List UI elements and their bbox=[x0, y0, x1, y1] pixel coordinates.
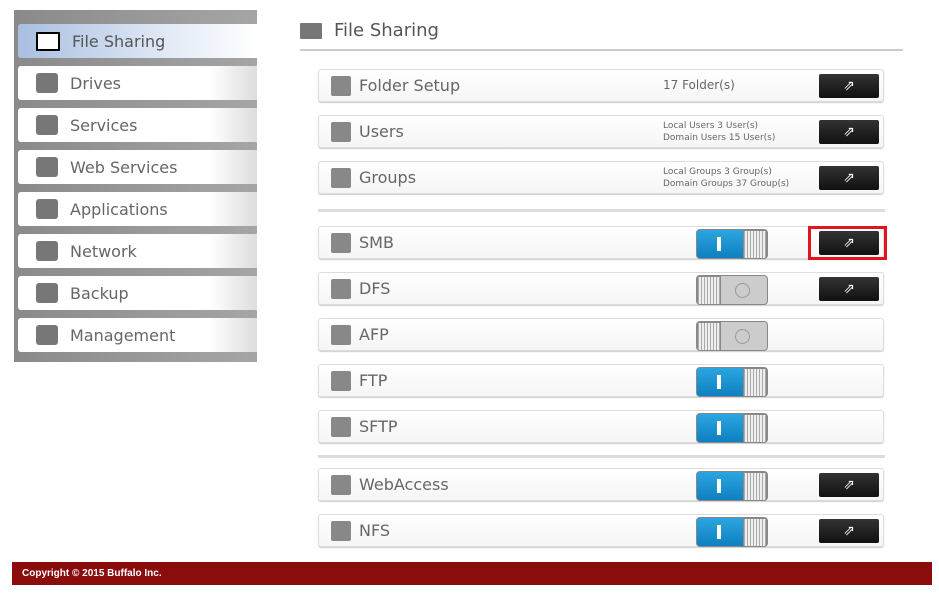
toggle-switch[interactable] bbox=[696, 275, 768, 305]
afp-icon bbox=[331, 325, 351, 345]
external-link-icon: ⇗ bbox=[843, 523, 855, 539]
row-label: NFS bbox=[359, 521, 391, 540]
row-label: SFTP bbox=[359, 417, 398, 436]
open-settings-button[interactable]: ⇗ bbox=[819, 166, 879, 190]
row-smb: SMB ⇗ bbox=[318, 226, 884, 259]
sidebar-item-management[interactable]: Management bbox=[18, 318, 257, 352]
sidebar-item-label: Applications bbox=[70, 199, 168, 219]
sidebar-item-label: File Sharing bbox=[72, 31, 166, 51]
row-ftp: FTP bbox=[318, 364, 884, 397]
info-line: Local Users 3 User(s) bbox=[663, 121, 759, 131]
open-settings-button[interactable]: ⇗ bbox=[819, 277, 879, 301]
footer: Copyright © 2015 Buffalo Inc. bbox=[12, 562, 932, 585]
sidebar-item-label: Management bbox=[70, 325, 176, 345]
row-sftp: SFTP bbox=[318, 410, 884, 443]
row-dfs: DFS ⇗ bbox=[318, 272, 884, 305]
page-title-text: File Sharing bbox=[334, 20, 439, 41]
backup-icon bbox=[36, 283, 58, 303]
sidebar-item-label: Drives bbox=[70, 73, 121, 93]
row-info: Local Groups 3 Group(s) Domain Groups 37 … bbox=[663, 166, 789, 190]
row-label: WebAccess bbox=[359, 475, 449, 494]
users-icon bbox=[331, 122, 351, 142]
row-info: 17 Folder(s) bbox=[663, 78, 735, 92]
divider bbox=[318, 209, 885, 212]
external-link-icon: ⇗ bbox=[843, 281, 855, 297]
web-services-icon bbox=[36, 157, 58, 177]
info-line: 17 Folder(s) bbox=[663, 78, 735, 92]
row-label: Folder Setup bbox=[359, 76, 461, 95]
applications-icon bbox=[36, 199, 58, 219]
row-folder-setup: Folder Setup 17 Folder(s) ⇗ bbox=[318, 69, 884, 102]
row-label: Users bbox=[359, 122, 404, 141]
toggle-switch[interactable] bbox=[696, 229, 768, 259]
external-link-icon: ⇗ bbox=[843, 477, 855, 493]
info-line: Local Groups 3 Group(s) bbox=[663, 167, 772, 177]
sidebar-item-web-services[interactable]: Web Services bbox=[18, 150, 257, 184]
divider bbox=[318, 455, 885, 458]
row-webaccess: WebAccess ⇗ bbox=[318, 468, 884, 501]
external-link-icon: ⇗ bbox=[843, 124, 855, 140]
sidebar-item-label: Web Services bbox=[70, 157, 178, 177]
sftp-icon bbox=[331, 417, 351, 437]
drive-icon bbox=[36, 73, 58, 93]
sidebar-item-label: Backup bbox=[70, 283, 129, 303]
toggle-switch[interactable] bbox=[696, 367, 768, 397]
ftp-icon bbox=[331, 371, 351, 391]
folder-setup-icon bbox=[331, 76, 351, 96]
sidebar-item-backup[interactable]: Backup bbox=[18, 276, 257, 310]
sidebar-item-network[interactable]: Network bbox=[18, 234, 257, 268]
sidebar-item-applications[interactable]: Applications bbox=[18, 192, 257, 226]
open-settings-button[interactable]: ⇗ bbox=[819, 473, 879, 497]
row-label: AFP bbox=[359, 325, 389, 344]
nfs-icon bbox=[331, 521, 351, 541]
sidebar-item-label: Services bbox=[70, 115, 138, 135]
open-settings-button[interactable]: ⇗ bbox=[819, 120, 879, 144]
external-link-icon: ⇗ bbox=[843, 78, 855, 94]
row-label: DFS bbox=[359, 279, 391, 298]
external-link-icon: ⇗ bbox=[843, 170, 855, 186]
toggle-switch[interactable] bbox=[696, 413, 768, 443]
row-label: FTP bbox=[359, 371, 388, 390]
toggle-switch[interactable] bbox=[696, 321, 768, 351]
divider bbox=[300, 49, 903, 51]
info-line: Domain Users 15 User(s) bbox=[663, 133, 776, 143]
groups-icon bbox=[331, 168, 351, 188]
sidebar-item-services[interactable]: Services bbox=[18, 108, 257, 142]
page-title: File Sharing bbox=[300, 20, 439, 41]
open-settings-button[interactable]: ⇗ bbox=[819, 74, 879, 98]
row-afp: AFP bbox=[318, 318, 884, 351]
row-users: Users Local Users 3 User(s) Domain Users 1… bbox=[318, 115, 884, 148]
highlight-box bbox=[808, 226, 887, 260]
webaccess-icon bbox=[331, 475, 351, 495]
open-settings-button[interactable]: ⇗ bbox=[819, 519, 879, 543]
folder-icon bbox=[300, 22, 322, 39]
folder-icon bbox=[36, 31, 60, 51]
toggle-switch[interactable] bbox=[696, 471, 768, 501]
tools-icon bbox=[36, 325, 58, 345]
row-info: Local Users 3 User(s) Domain Users 15 Use… bbox=[663, 120, 775, 144]
sidebar-item-file-sharing[interactable]: File Sharing bbox=[18, 24, 257, 58]
services-icon bbox=[36, 115, 58, 135]
network-icon bbox=[36, 241, 58, 261]
sidebar: File Sharing Drives Services Web Services Ap… bbox=[14, 10, 257, 362]
sidebar-item-label: Network bbox=[70, 241, 137, 261]
row-groups: Groups Local Groups 3 Group(s) Domain Grou… bbox=[318, 161, 884, 194]
dfs-icon bbox=[331, 279, 351, 299]
row-label: SMB bbox=[359, 233, 394, 252]
info-line: Domain Groups 37 Group(s) bbox=[663, 179, 790, 189]
toggle-switch[interactable] bbox=[696, 517, 768, 547]
smb-icon bbox=[331, 233, 351, 253]
row-label: Groups bbox=[359, 168, 417, 187]
sidebar-item-drives[interactable]: Drives bbox=[18, 66, 257, 100]
row-nfs: NFS ⇗ bbox=[318, 514, 884, 547]
